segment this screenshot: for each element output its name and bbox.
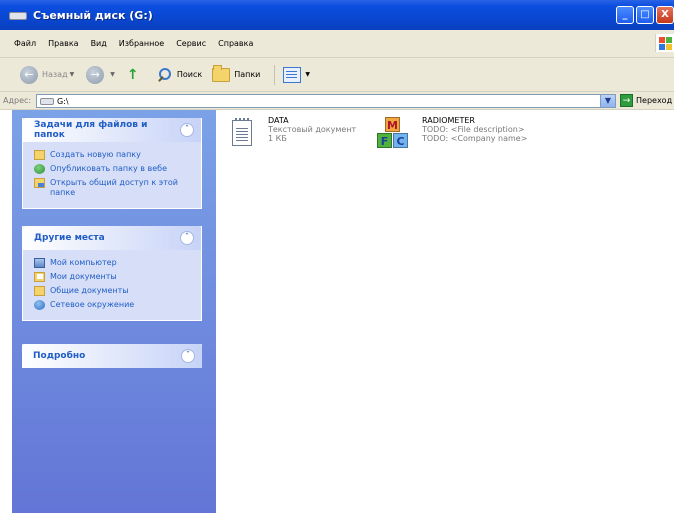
file-tasks-title: Задачи для файлов и папок — [34, 120, 148, 140]
file-item-radiometer[interactable]: M F C RADIOMETER TODO: <File description… — [376, 116, 527, 150]
address-label: Адрес: — [3, 96, 32, 105]
place-label: Мой компьютер — [50, 258, 117, 267]
toolbar: ← Назад ▼ → ▼ ↑ Поиск Папки ▼ — [0, 58, 674, 92]
details-header[interactable]: Подробно ˇ — [22, 344, 202, 368]
other-places-title: Другие места — [34, 233, 105, 243]
window-edge — [670, 110, 674, 513]
views-icon — [283, 66, 302, 83]
new-folder-icon — [34, 150, 45, 160]
views-dropdown-icon: ▼ — [305, 71, 311, 78]
back-dropdown-icon[interactable]: ▼ — [70, 71, 75, 78]
share-folder-icon — [34, 178, 45, 188]
other-places-panel: Другие места ˆ Мой компьютер Мои докумен… — [22, 226, 202, 321]
network-icon — [34, 300, 45, 310]
collapse-chevron-icon[interactable]: ˆ — [180, 123, 194, 137]
drive-icon — [40, 97, 54, 105]
title-bar[interactable]: Съемный диск (G:) _ □ X — [0, 0, 674, 30]
menu-favorites[interactable]: Избранное — [119, 39, 164, 48]
address-dropdown-icon[interactable]: ▼ — [600, 95, 615, 107]
task-publish-web[interactable]: Опубликовать папку в вебе — [34, 164, 193, 174]
my-computer-icon — [34, 258, 45, 268]
place-network[interactable]: Сетевое окружение — [34, 300, 193, 310]
file-description: TODO: <File description> — [422, 125, 525, 134]
forward-button[interactable]: → ▼ — [86, 65, 117, 84]
place-my-computer[interactable]: Мой компьютер — [34, 258, 193, 268]
expand-chevron-icon[interactable]: ˇ — [181, 349, 195, 363]
forward-dropdown-icon[interactable]: ▼ — [110, 71, 115, 78]
file-list: DATA Текстовый документ 1 КБ M F C RADIO… — [216, 110, 674, 513]
task-pane: Задачи для файлов и папок ˆ Создать нову… — [12, 110, 216, 513]
place-label: Общие документы — [50, 286, 129, 295]
close-button[interactable]: X — [656, 6, 674, 24]
windows-logo-icon — [655, 34, 674, 52]
address-bar: Адрес: G:\ ▼ → Переход — [0, 92, 674, 110]
place-label: Мои документы — [50, 272, 117, 281]
menu-bar: Файл Правка Вид Избранное Сервис Справка — [0, 30, 674, 58]
shared-documents-icon — [34, 286, 45, 296]
go-button[interactable]: → Переход — [620, 94, 672, 107]
task-label: Опубликовать папку в вебе — [50, 164, 167, 173]
file-name: DATA — [268, 116, 289, 125]
file-type: Текстовый документ — [268, 125, 357, 134]
file-company: TODO: <Company name> — [422, 134, 528, 143]
text-document-icon — [226, 116, 258, 150]
file-name: RADIOMETER — [422, 116, 475, 125]
menu-help[interactable]: Справка — [218, 39, 253, 48]
menu-view[interactable]: Вид — [91, 39, 107, 48]
collapse-chevron-icon[interactable]: ˆ — [180, 231, 194, 245]
menu-tools[interactable]: Сервис — [176, 39, 206, 48]
minimize-button[interactable]: _ — [616, 6, 634, 24]
file-tasks-panel: Задачи для файлов и папок ˆ Создать нову… — [22, 118, 202, 209]
details-panel: Подробно ˇ — [22, 344, 202, 368]
views-button[interactable]: ▼ — [283, 66, 312, 83]
folders-button[interactable]: Папки — [212, 64, 261, 82]
forward-arrow-icon: → — [86, 65, 105, 84]
go-arrow-icon: → — [620, 94, 633, 107]
toolbar-separator — [274, 64, 276, 85]
removable-drive-icon — [9, 9, 29, 21]
search-label: Поиск — [176, 70, 203, 79]
publish-web-icon — [34, 164, 45, 174]
file-size: 1 КБ — [268, 134, 287, 143]
file-item-data[interactable]: DATA Текстовый документ 1 КБ — [226, 116, 356, 150]
details-title: Подробно — [33, 351, 86, 361]
maximize-button[interactable]: □ — [636, 6, 654, 24]
back-arrow-icon: ← — [20, 65, 38, 84]
application-icon: M F C — [376, 116, 412, 150]
window-controls: _ □ X — [614, 6, 674, 24]
back-button[interactable]: ← Назад ▼ — [20, 65, 76, 84]
folders-label: Папки — [234, 70, 261, 79]
place-label: Сетевое окружение — [50, 300, 135, 309]
search-button[interactable]: Поиск — [157, 67, 202, 83]
file-tasks-header[interactable]: Задачи для файлов и папок ˆ — [23, 118, 201, 142]
place-my-documents[interactable]: Мои документы — [34, 272, 193, 282]
task-label: Открыть общий доступ к этой папке — [50, 178, 178, 197]
menu-file[interactable]: Файл — [14, 39, 36, 48]
address-field[interactable]: G:\ ▼ — [36, 94, 616, 108]
task-share-folder[interactable]: Открыть общий доступ к этой папке — [34, 178, 193, 198]
address-value: G:\ — [57, 96, 69, 106]
search-icon — [157, 67, 173, 83]
task-new-folder[interactable]: Создать новую папку — [34, 150, 193, 160]
up-button[interactable]: ↑ — [127, 67, 147, 83]
go-label: Переход — [636, 96, 673, 105]
menu-edit[interactable]: Правка — [48, 39, 78, 48]
back-label: Назад — [42, 70, 68, 79]
window-title: Съемный диск (G:) — [33, 8, 153, 22]
folders-icon — [212, 64, 231, 82]
my-documents-icon — [34, 272, 45, 282]
up-folder-icon: ↑ — [126, 66, 139, 83]
other-places-header[interactable]: Другие места ˆ — [23, 226, 201, 250]
task-label: Создать новую папку — [50, 150, 141, 159]
place-shared-documents[interactable]: Общие документы — [34, 286, 193, 296]
